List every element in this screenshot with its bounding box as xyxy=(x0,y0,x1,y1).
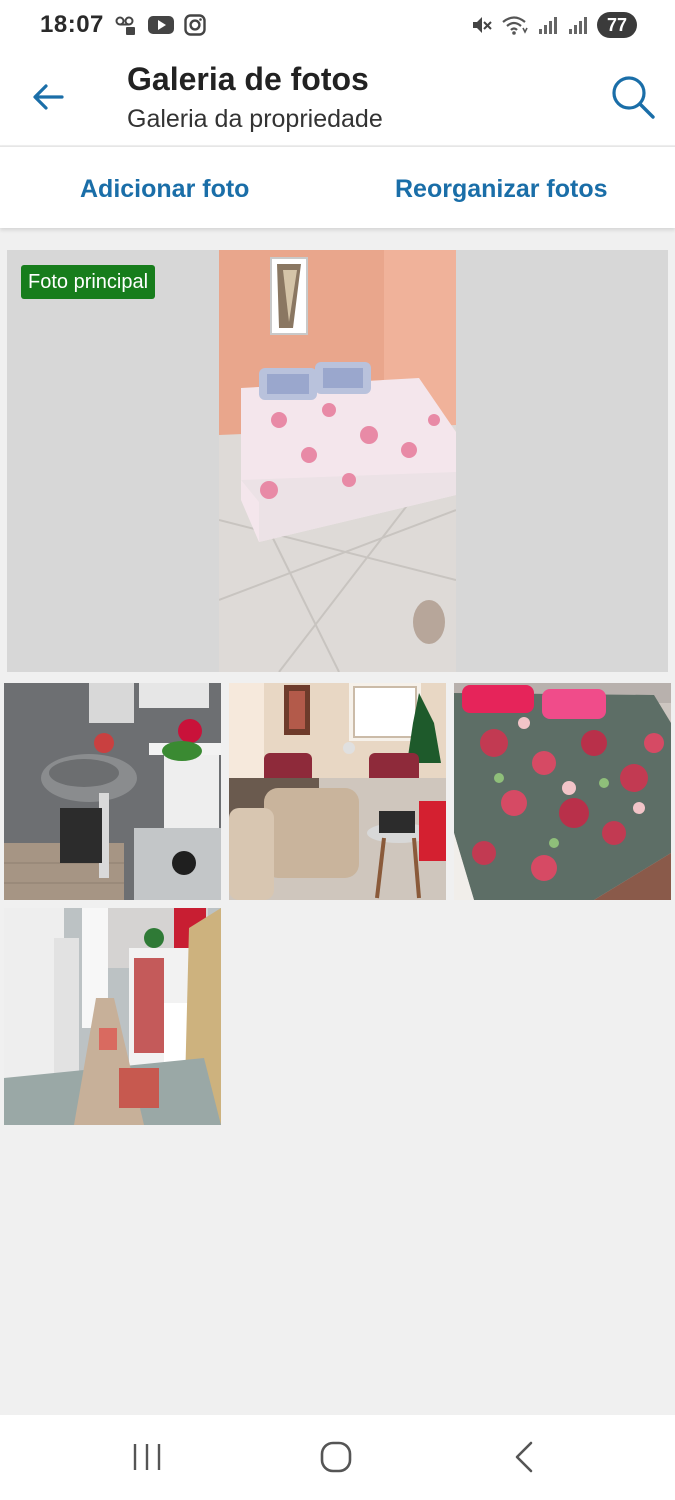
app-bar: Galeria de fotos Galeria da propriedade xyxy=(0,50,675,145)
photo-thumbnail-bedroom-2[interactable] xyxy=(454,683,671,900)
search-button[interactable] xyxy=(608,72,658,122)
page-subtitle: Galeria da propriedade xyxy=(127,105,383,133)
voicemail-icon xyxy=(114,13,138,37)
signal-icon xyxy=(537,14,559,36)
home-icon xyxy=(320,1441,352,1473)
status-right: 77 xyxy=(471,12,637,38)
recent-apps-icon xyxy=(133,1444,161,1470)
title-block: Galeria de fotos Galeria da propriedade xyxy=(127,58,383,136)
photo-thumbnail-living-room[interactable] xyxy=(229,683,446,900)
system-navigation-bar xyxy=(0,1415,675,1500)
home-button[interactable] xyxy=(316,1437,356,1477)
reorder-photos-button[interactable]: Reorganizar fotos xyxy=(395,173,608,205)
youtube-icon xyxy=(147,15,174,35)
back-icon xyxy=(515,1441,533,1473)
status-left: 18:07 xyxy=(40,11,206,39)
status-bar: 18:07 77 xyxy=(0,0,675,50)
recent-apps-button[interactable] xyxy=(127,1437,167,1477)
wifi-icon xyxy=(501,14,529,36)
page-title: Galeria de fotos xyxy=(127,61,369,97)
add-photo-button[interactable]: Adicionar foto xyxy=(80,173,249,205)
back-button[interactable] xyxy=(30,78,68,116)
clock: 18:07 xyxy=(40,11,104,38)
photo-gallery-screen: 18:07 77 Galeria de fotos Galeria da pro… xyxy=(0,0,675,1500)
action-bar: Adicionar foto Reorganizar fotos xyxy=(0,146,675,228)
main-photo[interactable]: Foto principal xyxy=(7,250,668,672)
bedroom-photo xyxy=(218,250,457,672)
main-photo-badge: Foto principal xyxy=(21,265,156,299)
photo-thumbnail-hallway[interactable] xyxy=(4,908,221,1125)
signal-icon xyxy=(567,14,589,36)
instagram-icon xyxy=(184,14,206,36)
search-icon xyxy=(612,76,655,119)
system-back-button[interactable] xyxy=(505,1437,545,1477)
photo-thumbnail-bathroom[interactable] xyxy=(4,683,221,900)
battery-indicator: 77 xyxy=(597,12,637,38)
mute-icon xyxy=(471,14,493,36)
arrow-left-icon xyxy=(33,84,64,110)
